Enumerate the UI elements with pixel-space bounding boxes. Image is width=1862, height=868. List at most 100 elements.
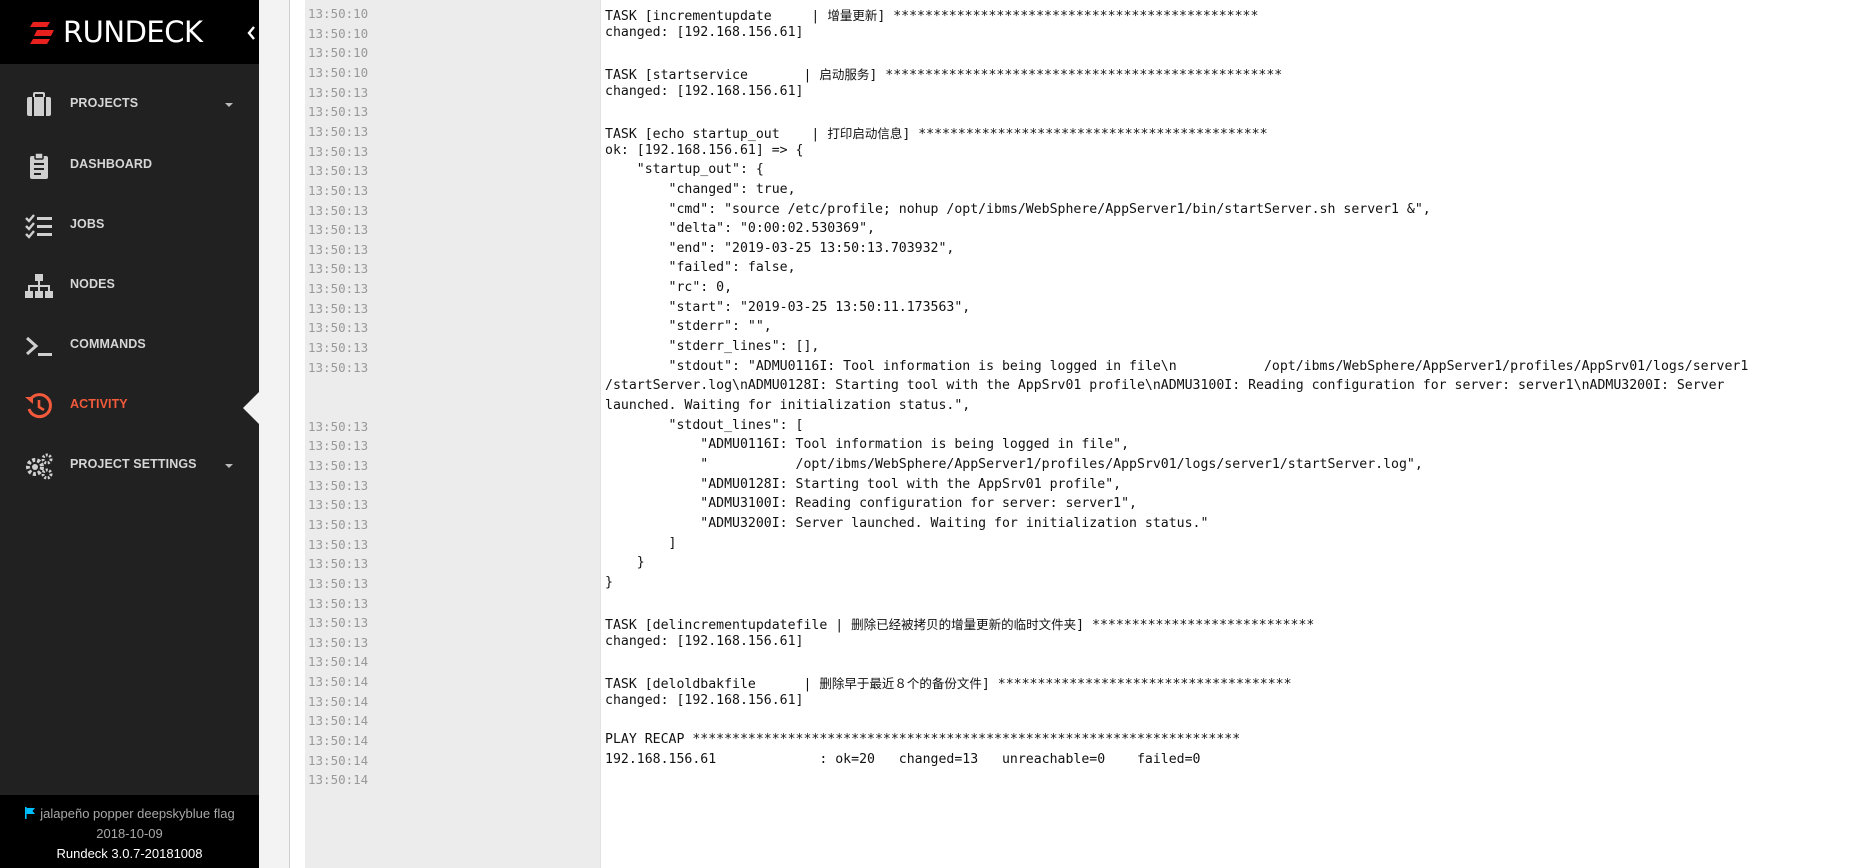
log-message-text: "stdout": "ADMU0116I: Tool information i…	[605, 359, 1749, 374]
log-message-text: ok: [192.168.156.61] => {	[605, 143, 804, 158]
log-message: "stdout": "ADMU0116I: Tool information i…	[605, 359, 1749, 374]
log-timestamp: 13:50:14	[308, 733, 369, 748]
log-message: }	[605, 575, 613, 590]
nav-label: DASHBOARD	[70, 157, 153, 171]
log-message: changed: [192.168.156.61]	[605, 693, 804, 708]
execution-log-output: 13:50:10 TASK [incrementupdate | 增量更新] **…	[259, 0, 1862, 868]
app-version: Rundeck 3.0.7-20181008	[56, 846, 203, 861]
log-message: "ADMU3100I: Reading configuration for se…	[605, 496, 1137, 511]
log-task-separator: ] **************************************…	[902, 127, 1268, 142]
nav-item-projects[interactable]: PROJECTS	[0, 77, 259, 133]
log-timestamp: 13:50:14	[308, 694, 369, 709]
log-message-text: changed: [192.168.156.61]	[605, 84, 804, 99]
log-gutter	[259, 0, 289, 868]
log-message-text: }	[605, 555, 645, 570]
log-timestamp: 13:50:13	[308, 478, 369, 493]
log-timestamp: 13:50:13	[308, 104, 369, 119]
log-timestamp: 13:50:13	[308, 556, 369, 571]
nav-item-project-settings[interactable]: PROJECT SETTINGS	[0, 438, 259, 494]
log-message-text: "changed": true,	[605, 182, 796, 197]
log-timestamp: 13:50:13	[308, 144, 369, 159]
log-message: "cmd": "source /etc/profile; nohup /opt/…	[605, 202, 1431, 217]
log-timestamp: 13:50:13	[308, 163, 369, 178]
log-message-text: changed: [192.168.156.61]	[605, 25, 804, 40]
sitemap-icon	[25, 274, 53, 298]
log-message: TASK [deloldbakfile | 删除早于最近８个的备份文件] ***…	[605, 673, 1292, 692]
log-timestamp: 13:50:13	[308, 517, 369, 532]
log-timestamp: 13:50:10	[308, 26, 369, 41]
log-timestamp: 13:50:13	[308, 242, 369, 257]
brand-header: RUNDECK	[0, 0, 259, 64]
log-message-text: "ADMU3100I: Reading configuration for se…	[605, 496, 1137, 511]
log-timestamp: 13:50:13	[308, 458, 369, 473]
nav-item-activity[interactable]: ACTIVITY	[0, 378, 259, 434]
rundeck-logo-icon[interactable]	[30, 20, 56, 46]
nav-label: ACTIVITY	[70, 397, 128, 411]
log-timestamp: 13:50:13	[308, 320, 369, 335]
log-message-text: changed: [192.168.156.61]	[605, 693, 804, 708]
log-message-text: 192.168.156.61 : ok=20 changed=13 unreac…	[605, 752, 1201, 767]
log-message-text: "stderr": "",	[605, 319, 772, 334]
log-timestamp: 13:50:13	[308, 537, 369, 552]
log-message: "rc": 0,	[605, 280, 733, 295]
log-message: "delta": "0:00:02.530369",	[605, 221, 875, 236]
sidebar: RUNDECK PROJECTS DASHBOARD JOBS NODES CO…	[0, 0, 259, 868]
log-message: TASK [incrementupdate | 增量更新] **********…	[605, 5, 1258, 24]
log-message-text: "ADMU0116I: Tool information is being lo…	[605, 437, 1130, 452]
log-message-text: PLAY RECAP *****************************…	[605, 732, 1241, 747]
brand-name[interactable]: RUNDECK	[63, 15, 203, 49]
flag-icon	[25, 807, 36, 819]
terminal-icon	[26, 336, 52, 356]
gears-icon	[26, 453, 53, 480]
log-timestamp: 13:50:13	[308, 124, 369, 139]
log-timestamp: 13:50:13	[308, 261, 369, 276]
log-task-description: 打印启动信息	[827, 126, 903, 141]
list-check-icon	[25, 214, 52, 239]
log-timestamp: 13:50:13	[308, 438, 369, 453]
log-timestamp: 13:50:10	[308, 65, 369, 80]
log-message-text: "startup_out": {	[605, 162, 764, 177]
clipboard-icon	[30, 152, 48, 179]
log-message: "stderr": "",	[605, 319, 772, 334]
log-timestamp: 13:50:13	[308, 596, 369, 611]
nav-label: COMMANDS	[70, 337, 146, 351]
nav-label: NODES	[70, 277, 115, 291]
log-message: PLAY RECAP *****************************…	[605, 732, 1240, 747]
log-timestamp: 13:50:13	[308, 615, 369, 630]
log-message-text: ]	[605, 536, 677, 551]
log-message: }	[605, 555, 645, 570]
nav-item-dashboard[interactable]: DASHBOARD	[0, 138, 259, 194]
nav-label: JOBS	[70, 217, 105, 231]
log-timestamp: 13:50:14	[308, 772, 369, 787]
log-timestamp: 13:50:14	[308, 674, 369, 689]
log-timestamp: 13:50:10	[308, 6, 369, 21]
log-task-separator: ] ****************************	[1076, 618, 1315, 633]
briefcase-icon	[27, 92, 51, 116]
log-task-description: 删除已经被拷贝的增量更新的临时文件夹	[851, 617, 1077, 632]
log-message-text: TASK [incrementupdate |	[605, 9, 828, 24]
log-timestamp: 13:50:13	[308, 340, 369, 355]
log-message-text: "ADMU3200I: Server launched. Waiting for…	[605, 516, 1209, 531]
log-message: "stderr_lines": [],	[605, 339, 820, 354]
release-name: jalapeño popper deepskyblue flag	[40, 806, 235, 821]
log-timestamp: 13:50:13	[308, 497, 369, 512]
log-timestamp: 13:50:13	[308, 635, 369, 650]
release-name-line[interactable]: jalapeño popper deepskyblue flag	[0, 806, 259, 821]
log-timestamp: 13:50:14	[308, 713, 369, 728]
log-message-text: "delta": "0:00:02.530369",	[605, 221, 875, 236]
active-indicator	[243, 392, 259, 424]
log-timestamp: 13:50:13	[308, 360, 369, 375]
nav-item-jobs[interactable]: JOBS	[0, 198, 259, 254]
log-message: "startup_out": {	[605, 162, 764, 177]
log-message: "stdout_lines": [	[605, 418, 804, 433]
log-message: "start": "2019-03-25 13:50:11.173563",	[605, 300, 971, 315]
output-divider	[600, 0, 601, 868]
log-message-text: "rc": 0,	[605, 280, 733, 295]
log-timestamp: 13:50:13	[308, 222, 369, 237]
log-timestamp: 13:50:14	[308, 753, 369, 768]
log-timestamp: 13:50:13	[308, 203, 369, 218]
nav-item-nodes[interactable]: NODES	[0, 258, 259, 314]
log-message-text: "ADMU0128I: Starting tool with the AppSr…	[605, 477, 1122, 492]
nav-item-commands[interactable]: COMMANDS	[0, 318, 259, 374]
log-timestamp: 13:50:13	[308, 85, 369, 100]
